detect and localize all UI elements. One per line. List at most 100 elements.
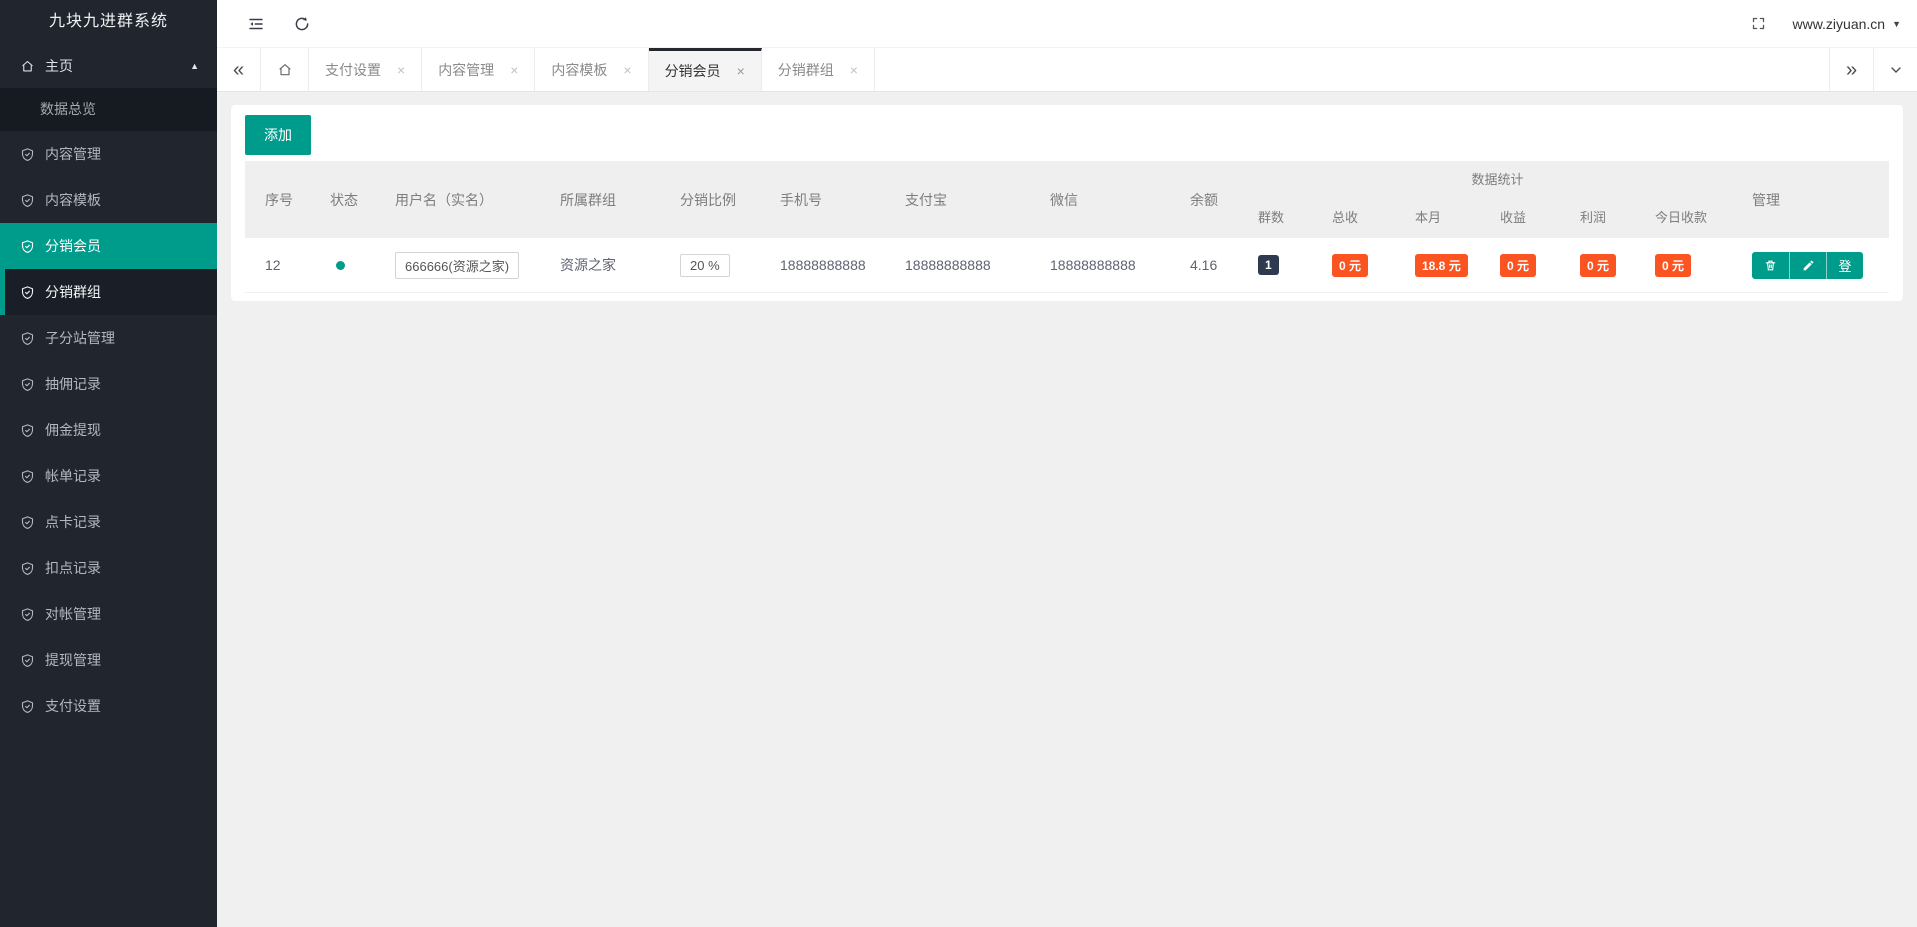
col-header-wechat: 微信 bbox=[1050, 161, 1190, 238]
site-domain-dropdown[interactable]: www.ziyuan.cn ▼ bbox=[1792, 16, 1901, 32]
sidebar-item-label: 分销会员 bbox=[45, 236, 101, 256]
sidebar-item-deduction-records[interactable]: 扣点记录 bbox=[0, 545, 217, 591]
col-header-phone: 手机号 bbox=[780, 161, 905, 238]
cell-manage: 登 bbox=[1737, 252, 1863, 279]
tab-content-template[interactable]: 内容模板 × bbox=[535, 48, 648, 91]
caret-down-icon: ▼ bbox=[1892, 19, 1901, 29]
shield-check-icon bbox=[20, 699, 35, 714]
username-box[interactable]: 666666(资源之家) bbox=[395, 252, 519, 279]
main-area: www.ziyuan.cn ▼ « 支付设置 × 内容管理 × 内容模板 × 分… bbox=[217, 0, 1917, 927]
col-header-username: 用户名（实名） bbox=[395, 161, 560, 238]
edit-button[interactable] bbox=[1789, 252, 1826, 279]
sidebar-item-label: 提现管理 bbox=[45, 650, 101, 670]
sidebar-item-label: 内容管理 bbox=[45, 144, 101, 164]
sidebar-item-label: 对帐管理 bbox=[45, 604, 101, 624]
tab-content-manage[interactable]: 内容管理 × bbox=[422, 48, 535, 91]
cell-balance: 4.16 bbox=[1190, 257, 1258, 273]
month-income-badge: 18.8 元 bbox=[1415, 254, 1468, 277]
app-title: 九块九进群系统 bbox=[0, 0, 217, 44]
col-header-manage: 管理 bbox=[1737, 161, 1889, 238]
member-table: 序号 状态 用户名（实名） 所属群组 分销比例 手机号 支付宝 微信 余额 数据… bbox=[245, 161, 1889, 293]
fullscreen-icon[interactable] bbox=[1751, 16, 1766, 31]
status-dot bbox=[336, 261, 345, 270]
close-icon[interactable]: × bbox=[623, 63, 631, 77]
cell-group: 资源之家 bbox=[560, 255, 680, 275]
collapse-sidebar-icon[interactable] bbox=[247, 15, 265, 33]
tab-payment-settings[interactable]: 支付设置 × bbox=[309, 48, 422, 91]
sidebar-item-commission-withdraw[interactable]: 佣金提现 bbox=[0, 407, 217, 453]
earnings-badge: 0 元 bbox=[1500, 254, 1536, 277]
shield-check-icon bbox=[20, 285, 35, 300]
sidebar-item-label: 帐单记录 bbox=[45, 466, 101, 486]
today-income-badge: 0 元 bbox=[1655, 254, 1691, 277]
sidebar-item-label: 抽佣记录 bbox=[45, 374, 101, 394]
login-button[interactable]: 登 bbox=[1826, 252, 1863, 279]
profit-badge: 0 元 bbox=[1580, 254, 1616, 277]
refresh-icon[interactable] bbox=[293, 15, 311, 33]
top-toolbar: www.ziyuan.cn ▼ bbox=[217, 0, 1917, 48]
tabbar-spacer bbox=[875, 48, 1829, 91]
sidebar: 九块九进群系统 主页 ▲ 数据总览 内容管理 内容模板 分销会员 分销群组 子分… bbox=[0, 0, 217, 927]
toolbar-right: www.ziyuan.cn ▼ bbox=[1751, 16, 1917, 32]
sidebar-item-content-manage[interactable]: 内容管理 bbox=[0, 131, 217, 177]
tab-label: 支付设置 bbox=[325, 60, 381, 80]
member-table-card: 添加 序号 状态 用户名（实名） 所属群组 分销比例 手机号 支付宝 微信 余额… bbox=[231, 105, 1903, 301]
col-group-stats: 数据统计 群数 总收 本月 收益 利润 今日收款 bbox=[1258, 161, 1737, 238]
ratio-box[interactable]: 20 % bbox=[680, 254, 730, 277]
delete-button[interactable] bbox=[1752, 252, 1789, 279]
col-header-today-income: 今日收款 bbox=[1655, 195, 1737, 238]
cell-wechat: 18888888888 bbox=[1050, 257, 1190, 273]
pencil-icon bbox=[1802, 259, 1815, 272]
col-header-status: 状态 bbox=[330, 161, 395, 238]
sidebar-item-card-records[interactable]: 点卡记录 bbox=[0, 499, 217, 545]
sidebar-item-commission-records[interactable]: 抽佣记录 bbox=[0, 361, 217, 407]
close-icon[interactable]: × bbox=[850, 63, 858, 77]
col-header-balance: 余额 bbox=[1190, 161, 1258, 238]
tabs-scroll-left-icon[interactable]: « bbox=[217, 48, 261, 91]
tab-home[interactable] bbox=[261, 48, 309, 91]
sidebar-item-label: 扣点记录 bbox=[45, 558, 101, 578]
close-icon[interactable]: × bbox=[737, 64, 745, 78]
sidebar-item-label: 佣金提现 bbox=[45, 420, 101, 440]
shield-check-icon bbox=[20, 331, 35, 346]
tab-label: 分销会员 bbox=[665, 61, 721, 81]
caret-up-icon: ▲ bbox=[190, 61, 199, 71]
sidebar-item-withdraw-manage[interactable]: 提现管理 bbox=[0, 637, 217, 683]
sidebar-item-label: 内容模板 bbox=[45, 190, 101, 210]
tab-label: 内容模板 bbox=[551, 60, 607, 80]
sidebar-item-distribution-member[interactable]: 分销会员 bbox=[0, 223, 217, 269]
shield-check-icon bbox=[20, 607, 35, 622]
row-action-group: 登 bbox=[1752, 252, 1863, 279]
tab-distribution-group[interactable]: 分销群组 × bbox=[762, 48, 875, 91]
sidebar-item-reconciliation-manage[interactable]: 对帐管理 bbox=[0, 591, 217, 637]
sidebar-item-distribution-group[interactable]: 分销群组 bbox=[0, 269, 217, 315]
cell-ratio: 20 % bbox=[680, 254, 780, 277]
sidebar-item-bill-records[interactable]: 帐单记录 bbox=[0, 453, 217, 499]
col-header-ratio: 分销比例 bbox=[680, 161, 780, 238]
shield-check-icon bbox=[20, 423, 35, 438]
site-domain: www.ziyuan.cn bbox=[1792, 16, 1885, 32]
tab-distribution-member[interactable]: 分销会员 × bbox=[649, 48, 762, 91]
tab-bar: « 支付设置 × 内容管理 × 内容模板 × 分销会员 × 分销群组 × » bbox=[217, 48, 1917, 92]
close-icon[interactable]: × bbox=[510, 63, 518, 77]
col-header-profit: 利润 bbox=[1580, 195, 1655, 238]
sidebar-item-content-template[interactable]: 内容模板 bbox=[0, 177, 217, 223]
sidebar-item-label: 点卡记录 bbox=[45, 512, 101, 532]
cell-phone: 18888888888 bbox=[780, 257, 905, 273]
sidebar-item-home[interactable]: 主页 ▲ bbox=[0, 44, 217, 88]
table-header: 序号 状态 用户名（实名） 所属群组 分销比例 手机号 支付宝 微信 余额 数据… bbox=[245, 161, 1889, 238]
col-header-alipay: 支付宝 bbox=[905, 161, 1050, 238]
cell-username: 666666(资源之家) bbox=[395, 252, 560, 279]
sidebar-item-substation-manage[interactable]: 子分站管理 bbox=[0, 315, 217, 361]
sidebar-item-payment-settings[interactable]: 支付设置 bbox=[0, 683, 217, 729]
shield-check-icon bbox=[20, 147, 35, 162]
tabs-menu-icon[interactable] bbox=[1873, 48, 1917, 91]
total-income-badge: 0 元 bbox=[1332, 254, 1368, 277]
close-icon[interactable]: × bbox=[397, 63, 405, 77]
tabs-scroll-right-icon[interactable]: » bbox=[1829, 48, 1873, 91]
sidebar-item-label: 分销群组 bbox=[45, 282, 101, 302]
sidebar-item-label: 子分站管理 bbox=[45, 328, 115, 348]
stats-subheaders: 群数 总收 本月 收益 利润 今日收款 bbox=[1258, 195, 1737, 238]
sidebar-item-overview[interactable]: 数据总览 bbox=[0, 88, 217, 131]
add-button[interactable]: 添加 bbox=[245, 115, 311, 155]
